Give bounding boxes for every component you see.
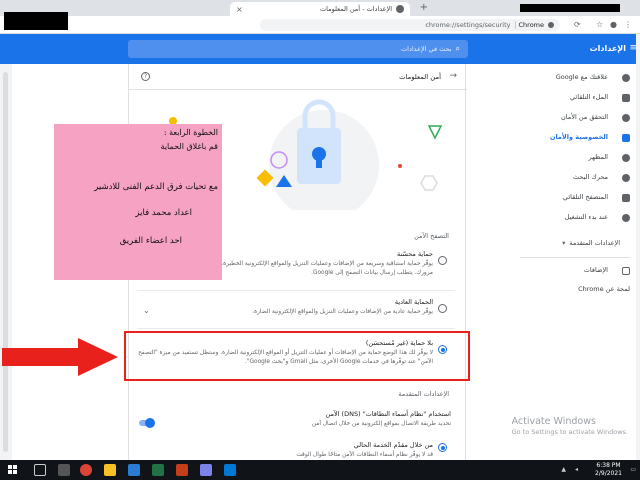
browser-icon — [622, 194, 630, 202]
watermark-title: Activate Windows — [511, 416, 596, 427]
dns-desc: تحديد طريقة الاتصال بمواقع إلكترونية من … — [311, 421, 451, 427]
provider-title: من خلال مقدّم الخدمة الحالي — [353, 441, 433, 449]
scrollbar[interactable] — [636, 34, 640, 460]
option-desc: يوفّر حماية عادية من الإضافات وعمليات ال… — [252, 309, 433, 315]
folder-icon[interactable] — [104, 464, 116, 476]
sidebar-item-google[interactable]: علاقتك مع Google — [556, 73, 608, 85]
secure-dns-row[interactable]: استخدام "نظام أسماء النطاقات" (DNS) الآم… — [135, 410, 455, 429]
divider — [520, 257, 630, 258]
sidebar-item-safety-check[interactable]: التحقق من الأمان — [561, 113, 608, 125]
divider — [137, 328, 455, 329]
provider-desc: قد لا يوفّر نظام أسماء النطاقات الآمن مت… — [296, 452, 433, 458]
sidebar-item-search-engine[interactable]: محرك البحث — [573, 173, 608, 185]
note-line: قم باغلاق الحماية — [160, 142, 218, 151]
advanced-heading: الإعدادات المتقدمة — [398, 390, 449, 398]
search-input[interactable]: بحث في الإعدادات ⌕ — [128, 40, 468, 58]
volume-icon[interactable]: ◂ — [575, 466, 578, 473]
taskbar: ▲ ◂ 6:38 PM 2/9/2021 ▭ — [0, 460, 640, 480]
autofill-icon — [622, 94, 630, 102]
search-icon[interactable] — [34, 464, 46, 476]
radio-standard[interactable] — [438, 304, 447, 313]
sidebar-item-on-startup[interactable]: عند بدء التشغيل — [565, 213, 608, 225]
redaction-box — [4, 12, 68, 30]
person-icon — [622, 74, 630, 82]
note-line: اعداد محمد فايز — [135, 208, 192, 218]
card-title: أمن المعلومات — [399, 73, 441, 81]
tab-close-button[interactable]: × — [236, 5, 243, 14]
sidebar-item-about[interactable]: لمحة عن Chrome — [578, 285, 630, 297]
sidebar-item-extensions[interactable]: الإضافات — [584, 266, 608, 278]
redaction-box — [520, 4, 620, 12]
shield-check-icon — [622, 114, 630, 122]
tab-strip: الإعدادات - أمن المعلومات × + — [0, 0, 640, 16]
search-icon: ⌕ — [455, 44, 460, 53]
sidebar-item-autofill[interactable]: الملء التلقائي — [570, 93, 608, 105]
option-current-provider[interactable]: من خلال مقدّم الخدمة الحالي قد لا يوفّر … — [135, 441, 455, 460]
site-info-icon[interactable] — [548, 22, 554, 28]
task-view-icon[interactable] — [58, 464, 70, 476]
excel-icon[interactable] — [152, 464, 164, 476]
word-icon[interactable] — [128, 464, 140, 476]
address-url: chrome://settings/security — [425, 21, 511, 29]
sidebar-advanced[interactable]: الإعدادات المتقدمة▾ — [562, 239, 620, 247]
red-arrow-icon — [2, 338, 118, 376]
clock-time: 6:38 PM — [596, 462, 621, 469]
chrome-icon[interactable] — [80, 464, 92, 476]
chevron-down-icon: ▾ — [562, 239, 566, 247]
dns-title: استخدام "نظام أسماء النطاقات" (DNS) الآم… — [325, 410, 451, 418]
radio-current-provider[interactable] — [438, 443, 447, 452]
powerpoint-icon[interactable] — [176, 464, 188, 476]
safe-browsing-heading: التصفح الآمن — [414, 232, 449, 240]
settings-header: ≡ الإعدادات بحث في الإعدادات ⌕ — [0, 34, 640, 64]
gear-icon — [396, 5, 404, 13]
external-link-icon — [622, 267, 630, 275]
search-placeholder: بحث في الإعدادات — [401, 45, 452, 53]
help-icon[interactable]: ? — [141, 72, 150, 81]
note-line: الخطوة الرابعة : — [163, 128, 218, 137]
note-line: احد اعضاء الفريق — [119, 236, 182, 246]
card-header: → أمن المعلومات ? — [129, 64, 467, 90]
radio-enhanced[interactable] — [438, 256, 447, 265]
note-line: مع تحيات فرق الدعم الفنى للادشير — [94, 182, 218, 192]
sidebar-item-appearance[interactable]: المظهر — [589, 153, 608, 165]
notifications-icon[interactable]: ▭ — [630, 466, 636, 473]
option-standard[interactable]: الحماية العادية يوفّر حماية عادية من الإ… — [135, 298, 455, 317]
star-icon[interactable]: ☆ — [596, 20, 604, 29]
browser-toolbar: chrome://settings/security Chrome ⋮ ● ☆ … — [0, 16, 640, 34]
secure-dns-toggle[interactable] — [139, 418, 155, 428]
activate-windows-watermark: Activate Windows Go to Settings to activ… — [512, 416, 628, 436]
windows-start-icon[interactable] — [8, 465, 18, 475]
tab-title: الإعدادات - أمن المعلومات — [320, 5, 392, 13]
sidebar-item-default-browser[interactable]: المتصفح التلقائي — [563, 193, 608, 205]
sidebar-item-privacy[interactable]: الخصوصية والأمان — [550, 133, 608, 145]
highlight-box — [124, 331, 470, 381]
page-title: الإعدادات — [589, 44, 626, 53]
scrollbar[interactable] — [3, 72, 8, 452]
palette-icon — [622, 154, 630, 162]
new-tab-button[interactable]: + — [420, 2, 428, 13]
tab-settings[interactable]: الإعدادات - أمن المعلومات × — [230, 2, 410, 16]
network-icon[interactable]: ▲ — [561, 466, 566, 473]
chevron-down-icon[interactable]: ⌄ — [143, 306, 150, 315]
reload-icon[interactable]: ⟳ — [574, 20, 582, 29]
instruction-note: الخطوة الرابعة : قم باغلاق الحماية مع تح… — [54, 124, 222, 280]
shield-icon — [622, 134, 630, 142]
sidebar-advanced-label: الإعدادات المتقدمة — [569, 239, 620, 247]
watermark-subtitle: Go to Settings to activate Windows. — [511, 428, 628, 436]
option-title: الحماية العادية — [394, 298, 433, 306]
menu-dots-icon[interactable]: ⋮ — [624, 20, 632, 29]
back-arrow-icon[interactable]: → — [449, 71, 457, 81]
power-icon — [622, 214, 630, 222]
system-clock[interactable]: 6:38 PM 2/9/2021 — [595, 462, 622, 478]
site-label: Chrome — [514, 21, 544, 29]
profile-icon[interactable]: ● — [610, 20, 618, 29]
clock-date: 2/9/2021 — [595, 470, 622, 477]
address-bar[interactable]: chrome://settings/security Chrome — [260, 19, 560, 31]
app-icon[interactable] — [200, 464, 212, 476]
search-icon — [622, 174, 630, 182]
settings-sidebar: علاقتك مع Google الملء التلقائي التحقق م… — [512, 64, 640, 460]
app-icon[interactable] — [224, 464, 236, 476]
divider — [137, 290, 455, 291]
